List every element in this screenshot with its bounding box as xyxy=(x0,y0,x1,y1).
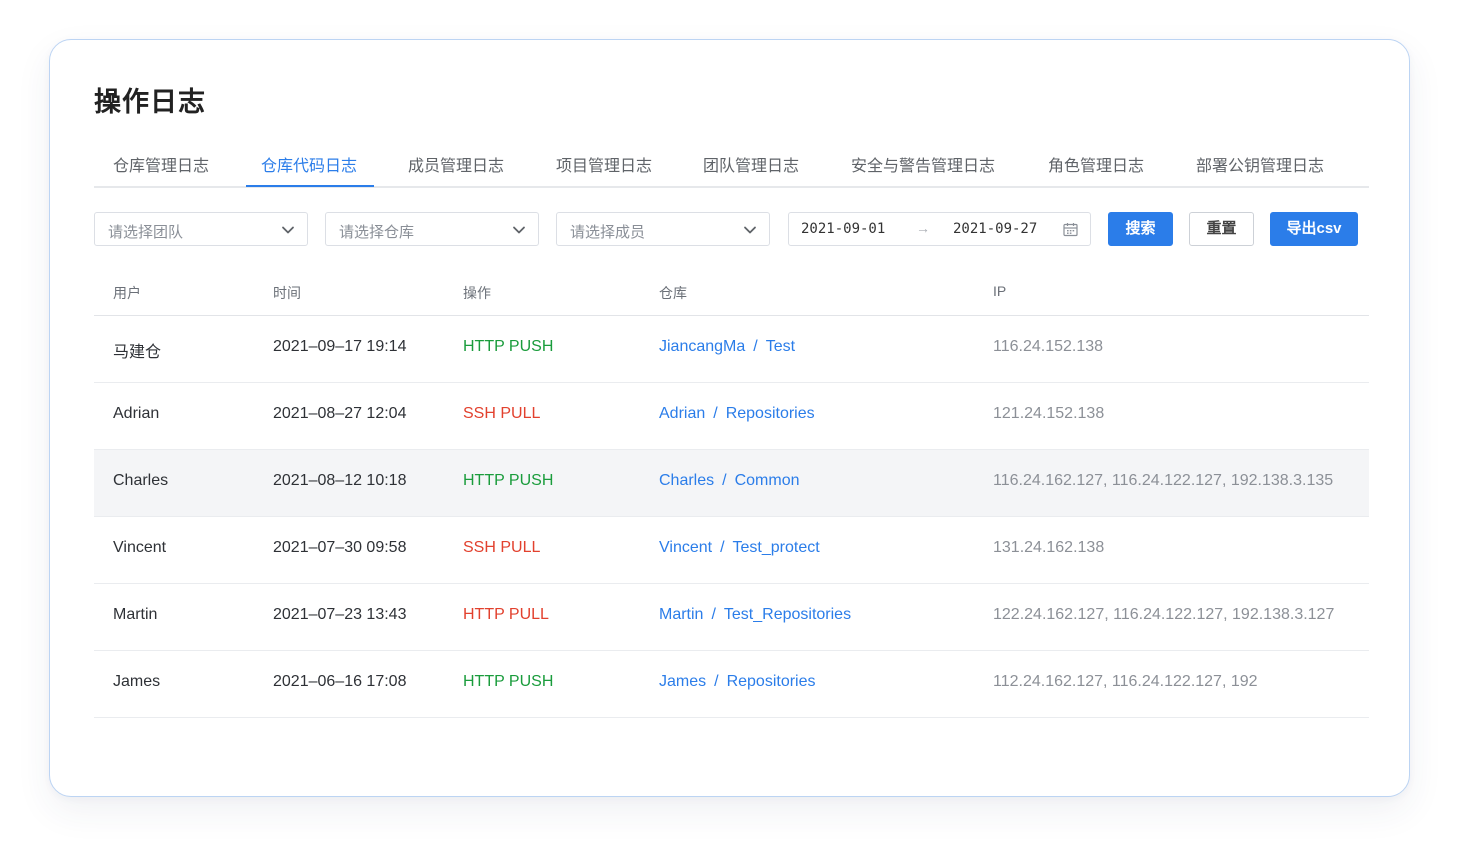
cell-repo: Charles / Common xyxy=(659,472,800,490)
cell-time: 2021–09–17 19:14 xyxy=(273,338,407,355)
tab-member-management-log[interactable]: 成员管理日志 xyxy=(408,152,504,176)
cell-user: Martin xyxy=(113,606,158,623)
page-title: 操作日志 xyxy=(94,87,206,117)
table-row: James 2021–06–16 17:08 HTTP PUSH James / R… xyxy=(94,651,1369,718)
cell-ip: 121.24.152.138 xyxy=(993,405,1105,422)
search-button[interactable]: 搜索 xyxy=(1108,212,1173,246)
repo-path-separator: / xyxy=(714,673,719,690)
cell-ip: 122.24.162.127, 116.24.122.127, 192.138.… xyxy=(993,606,1335,623)
cell-user: Vincent xyxy=(113,539,167,556)
repo-owner-link[interactable]: Charles xyxy=(659,472,714,489)
date-range-arrow: → xyxy=(916,220,930,236)
cell-time: 2021–07–23 13:43 xyxy=(273,606,407,623)
cell-operation: SSH PULL xyxy=(463,539,541,556)
cell-operation: HTTP PULL xyxy=(463,606,549,623)
date-end-input[interactable]: 2021-09-27 xyxy=(953,221,1037,237)
chevron-down-icon xyxy=(513,226,525,234)
repo-owner-link[interactable]: JiancangMa xyxy=(659,338,745,355)
repo-name-link[interactable]: Test_Repositories xyxy=(724,606,851,623)
cell-ip: 116.24.162.127, 116.24.122.127, 192.138.… xyxy=(993,472,1334,489)
repo-name-link[interactable]: Common xyxy=(735,472,800,489)
repo-name-link[interactable]: Repositories xyxy=(726,405,815,422)
table-row: Vincent 2021–07–30 09:58 SSH PULL Vincen… xyxy=(94,517,1369,584)
cell-repo: Vincent / Test_protect xyxy=(659,539,820,557)
cell-repo: JiancangMa / Test xyxy=(659,338,795,356)
cell-user: James xyxy=(113,673,161,690)
cell-time: 2021–08–12 10:18 xyxy=(273,472,407,489)
cell-repo: Martin / Test_Repositories xyxy=(659,606,851,624)
cell-user: Charles xyxy=(113,472,169,489)
column-header-time: 时间 xyxy=(273,285,301,301)
operation-log-card: 操作日志 仓库管理日志 仓库代码日志 成员管理日志 项目管理日志 团队管理日志 … xyxy=(49,39,1410,797)
calendar-icon[interactable] xyxy=(1063,222,1078,237)
member-select-placeholder: 请选择成员 xyxy=(570,224,646,241)
repo-select[interactable]: 请选择仓库 xyxy=(325,212,539,246)
cell-operation: HTTP PUSH xyxy=(463,472,554,489)
table-row: Adrian 2021–08–27 12:04 SSH PULL Adrian /… xyxy=(94,383,1369,450)
repo-path-separator: / xyxy=(713,405,718,422)
tab-repo-code-log[interactable]: 仓库代码日志 xyxy=(261,152,357,176)
cell-time: 2021–06–16 17:08 xyxy=(273,673,407,690)
tab-team-management-log[interactable]: 团队管理日志 xyxy=(703,152,799,176)
cell-time: 2021–08–27 12:04 xyxy=(273,405,407,422)
repo-name-link[interactable]: Test xyxy=(766,338,795,355)
table-row: Martin 2021–07–23 13:43 HTTP PULL Martin… xyxy=(94,584,1369,651)
tab-role-management-log[interactable]: 角色管理日志 xyxy=(1048,152,1144,176)
tab-repo-management-log[interactable]: 仓库管理日志 xyxy=(113,152,209,176)
repo-path-separator: / xyxy=(753,338,758,355)
date-range-picker[interactable]: 2021-09-01 → 2021-09-27 xyxy=(788,212,1091,246)
repo-path-separator: / xyxy=(720,539,725,556)
reset-button[interactable]: 重置 xyxy=(1189,212,1254,246)
column-header-operation: 操作 xyxy=(463,285,491,301)
tab-security-alert-log[interactable]: 安全与警告管理日志 xyxy=(851,152,995,176)
active-tab-indicator xyxy=(246,185,374,187)
chevron-down-icon xyxy=(744,226,756,234)
repo-path-separator: / xyxy=(711,606,716,623)
cell-operation: HTTP PUSH xyxy=(463,673,554,690)
team-select[interactable]: 请选择团队 xyxy=(94,212,308,246)
table-row: 马建仓 2021–09–17 19:14 HTTP PUSH JiancangM… xyxy=(94,316,1369,383)
cell-ip: 116.24.152.138 xyxy=(993,338,1104,355)
repo-path-separator: / xyxy=(722,472,727,489)
cell-user: Adrian xyxy=(113,405,160,422)
repo-owner-link[interactable]: Adrian xyxy=(659,405,705,422)
cell-ip: 112.24.162.127, 116.24.122.127, 192 xyxy=(993,673,1258,690)
cell-user: 马建仓 xyxy=(113,344,162,361)
operation-log-table: 用户 时间 操作 仓库 IP 马建仓 2021–09–17 19:14 HTTP… xyxy=(94,270,1369,718)
table-row: Charles 2021–08–12 10:18 HTTP PUSH Charl… xyxy=(94,450,1369,517)
log-tabs: 仓库管理日志 仓库代码日志 成员管理日志 项目管理日志 团队管理日志 安全与警告… xyxy=(94,140,1369,188)
repo-owner-link[interactable]: James xyxy=(659,673,706,690)
chevron-down-icon xyxy=(282,226,294,234)
column-header-repo: 仓库 xyxy=(659,285,687,301)
date-start-input[interactable]: 2021-09-01 xyxy=(801,221,885,237)
cell-repo: Adrian / Repositories xyxy=(659,405,815,423)
repo-name-link[interactable]: Test_protect xyxy=(733,539,820,556)
cell-operation: HTTP PUSH xyxy=(463,338,554,355)
member-select[interactable]: 请选择成员 xyxy=(556,212,770,246)
cell-time: 2021–07–30 09:58 xyxy=(273,539,407,556)
cell-ip: 131.24.162.138 xyxy=(993,539,1105,556)
column-header-ip: IP xyxy=(993,283,1007,299)
repo-select-placeholder: 请选择仓库 xyxy=(339,224,415,241)
team-select-placeholder: 请选择团队 xyxy=(108,224,184,241)
export-csv-button[interactable]: 导出csv xyxy=(1270,212,1358,246)
cell-operation: SSH PULL xyxy=(463,405,541,422)
repo-name-link[interactable]: Repositories xyxy=(727,673,816,690)
tab-project-management-log[interactable]: 项目管理日志 xyxy=(556,152,652,176)
column-header-user: 用户 xyxy=(113,285,141,301)
table-header: 用户 时间 操作 仓库 IP xyxy=(94,270,1369,316)
cell-repo: James / Repositories xyxy=(659,673,816,691)
tab-deploy-key-log[interactable]: 部署公钥管理日志 xyxy=(1196,152,1324,176)
repo-owner-link[interactable]: Vincent xyxy=(659,539,712,556)
repo-owner-link[interactable]: Martin xyxy=(659,606,703,623)
